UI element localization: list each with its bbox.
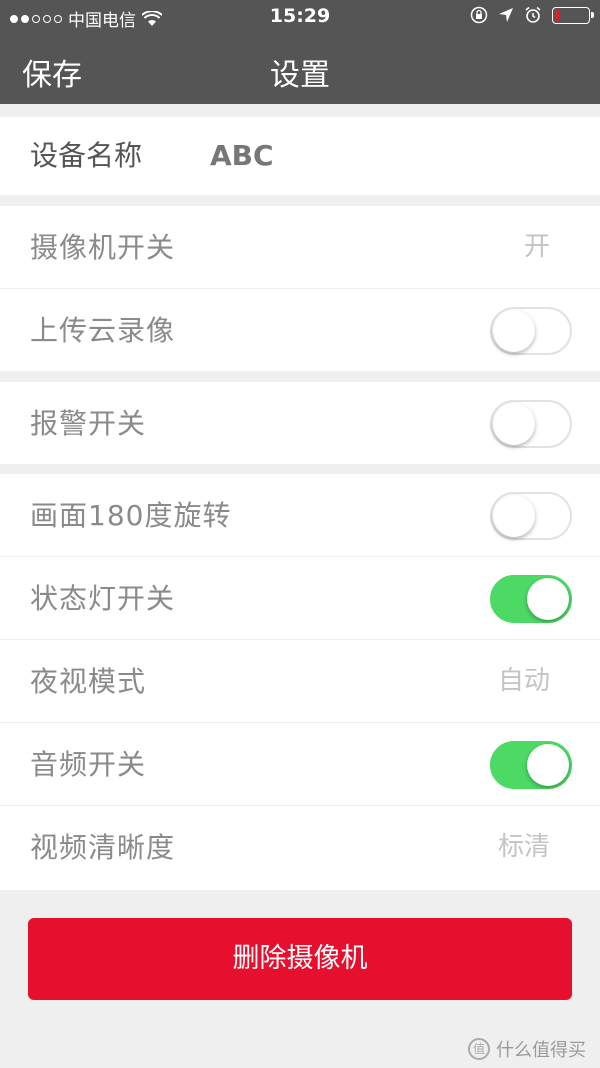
status-light-toggle[interactable] [490, 575, 572, 623]
cloud-upload-row: 上传云录像 [0, 289, 600, 372]
device-name-label: 设备名称 [30, 139, 143, 172]
status-light-row: 状态灯开关 [0, 557, 600, 640]
night-vision-row[interactable]: 夜视模式 自动 [0, 640, 600, 723]
settings-group-camera: 摄像机开关 开 上传云录像 [0, 206, 600, 371]
battery-icon [552, 6, 594, 24]
status-light-label: 状态灯开关 [30, 582, 176, 615]
night-vision-value: 自动 [497, 666, 550, 696]
watermark-text: 什么值得买 [496, 1040, 586, 1061]
alarm-switch-toggle[interactable] [490, 400, 572, 448]
camera-switch-label: 摄像机开关 [30, 231, 176, 264]
cloud-upload-label: 上传云录像 [30, 314, 176, 347]
page-title: 设置 [270, 58, 330, 93]
alarm-icon [525, 6, 541, 23]
watermark: 值 什么值得买 [468, 1036, 586, 1062]
rotate-180-row: 画面180度旋转 [0, 474, 600, 557]
watermark-logo-icon: 值 [468, 1038, 490, 1060]
status-bar: 中国电信 15:29 [0, 0, 600, 34]
device-name-value: ABC [210, 139, 274, 172]
rotate-180-toggle[interactable] [490, 492, 572, 540]
audio-switch-row: 音频开关 [0, 723, 600, 806]
night-vision-label: 夜视模式 [30, 665, 147, 698]
alarm-switch-row: 报警开关 [0, 382, 600, 465]
video-quality-row[interactable]: 视频清晰度 标清 [0, 806, 600, 889]
device-name-row[interactable]: 设备名称 ABC [0, 117, 600, 195]
audio-switch-toggle[interactable] [490, 741, 572, 789]
save-button[interactable]: 保存 [22, 50, 82, 94]
camera-switch-row[interactable]: 摄像机开关 开 [0, 206, 600, 289]
navigation-bar: 中国电信 15:29 保存 设置 [0, 0, 600, 104]
audio-switch-label: 音频开关 [30, 748, 147, 781]
settings-group-video: 画面180度旋转 状态灯开关 夜视模式 自动 音频开关 视频清晰度 标清 [0, 474, 600, 890]
status-right [470, 6, 594, 24]
camera-switch-value: 开 [523, 232, 550, 262]
settings-group-alarm: 报警开关 [0, 382, 600, 464]
location-arrow-icon [499, 8, 513, 22]
cloud-upload-toggle[interactable] [490, 307, 572, 355]
video-quality-value: 标清 [497, 832, 550, 862]
video-quality-label: 视频清晰度 [30, 831, 176, 864]
rotation-lock-icon [470, 6, 488, 24]
rotate-180-label: 画面180度旋转 [30, 499, 232, 532]
delete-camera-button[interactable]: 删除摄像机 [28, 918, 572, 1000]
alarm-switch-label: 报警开关 [30, 407, 147, 440]
